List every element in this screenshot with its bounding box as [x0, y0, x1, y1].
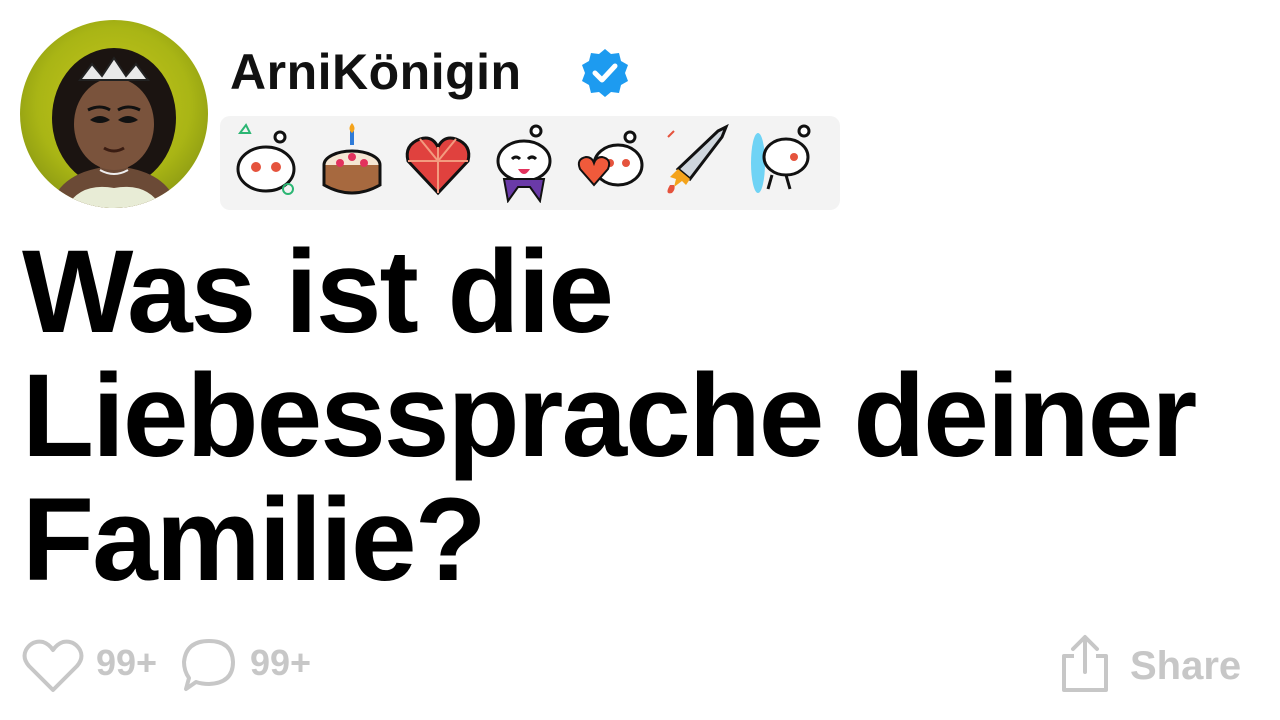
verified-check-icon	[582, 49, 628, 97]
princess-avatar-image	[50, 48, 178, 208]
helpful-snoo-award-icon[interactable]	[230, 123, 302, 203]
post-actions: 99+ 99+ Share	[0, 630, 1280, 700]
avatar[interactable]	[20, 20, 208, 208]
share-label: Share	[1130, 644, 1242, 688]
like-count: 99+	[96, 642, 158, 683]
comment-count: 99+	[250, 642, 312, 683]
share-icon	[1062, 635, 1108, 692]
comment-icon[interactable]	[180, 636, 238, 694]
heart-icon[interactable]	[22, 638, 84, 694]
awards-bar	[220, 116, 840, 210]
heart-gem-award-icon[interactable]	[402, 123, 474, 203]
post-title: Was ist die Liebessprache deiner Familie…	[22, 226, 1197, 606]
portal-snoo-award-icon[interactable]	[746, 123, 818, 203]
rocket-award-icon[interactable]	[660, 123, 732, 203]
birthday-cake-award-icon[interactable]	[316, 123, 388, 203]
wholesome-snoo-award-icon[interactable]	[488, 123, 560, 203]
username[interactable]: ArniKönigin	[230, 42, 522, 102]
share-button[interactable]: Share	[1058, 634, 1280, 696]
heart-snoo-award-icon[interactable]	[574, 123, 646, 203]
